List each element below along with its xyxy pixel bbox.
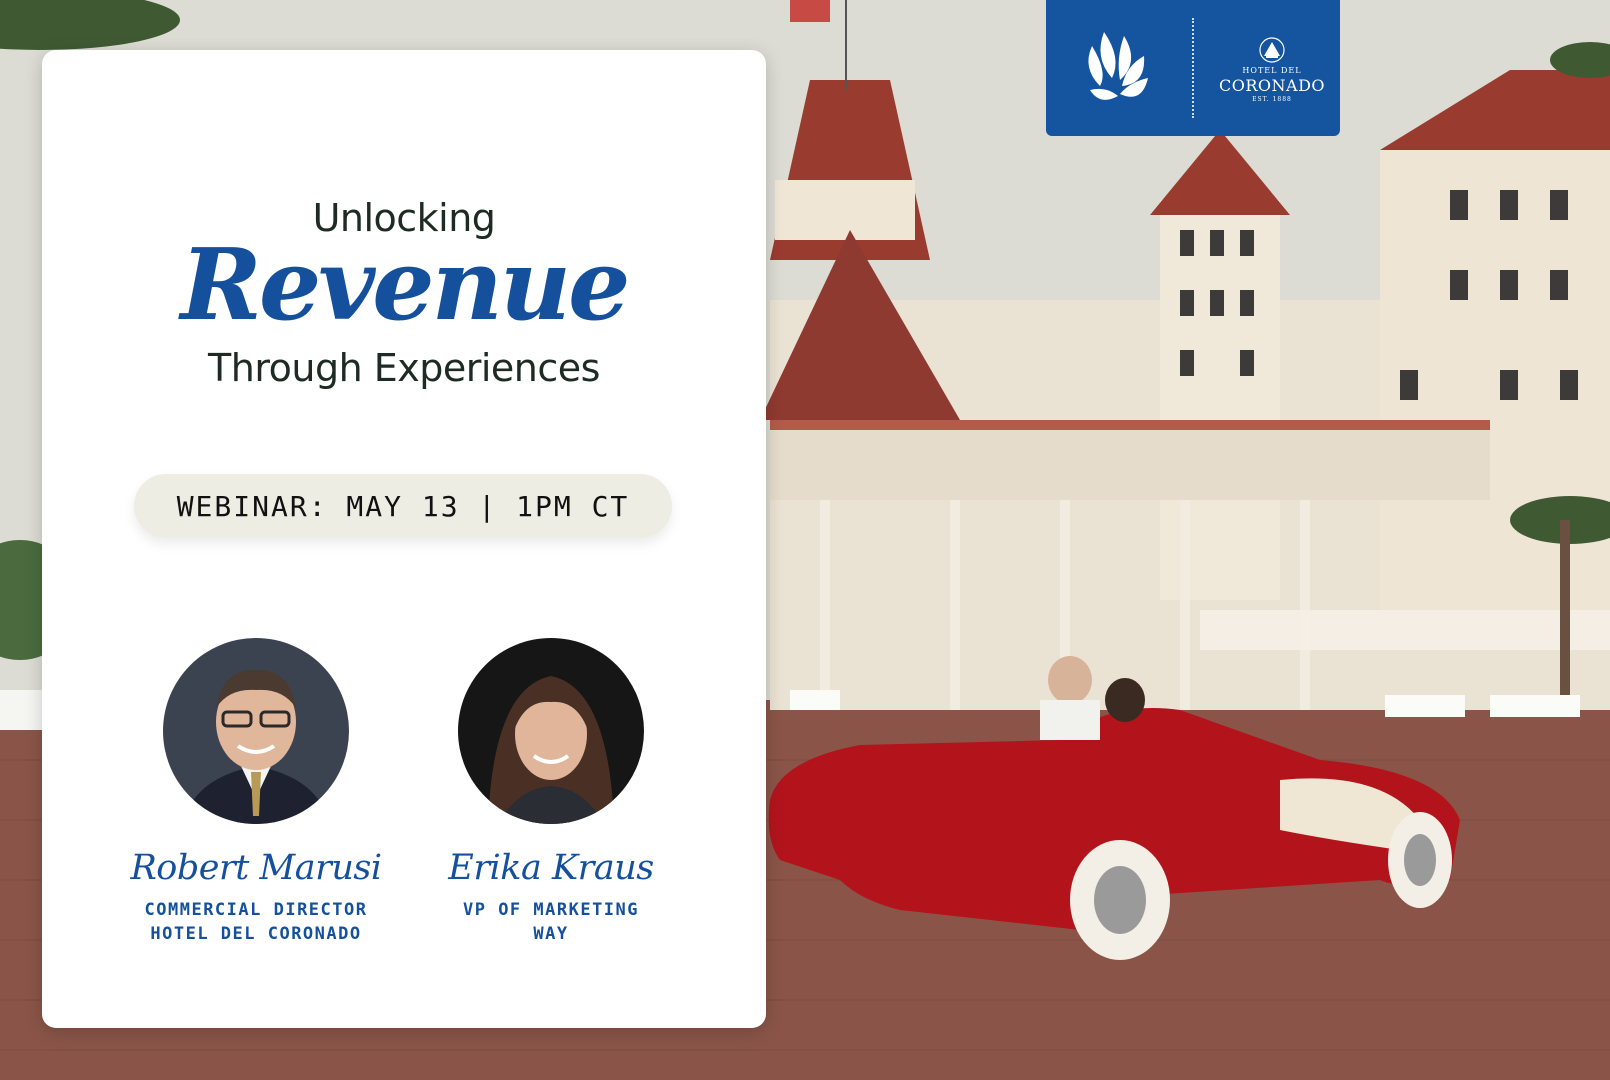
webinar-card: Unlocking Revenue Through Experiences WE… [42, 50, 766, 1028]
partner-logo-est: EST. 1888 [1252, 96, 1292, 103]
speaker-role-line2: WAY [533, 924, 569, 944]
speaker-role-line2: HOTEL DEL CORONADO [150, 924, 362, 944]
partner-logo-top: HOTEL DEL [1242, 66, 1302, 75]
webinar-date-pill: WEBINAR: MAY 13 | 1PM CT [134, 474, 672, 538]
avatar [163, 638, 349, 824]
headline-bottom: Through Experiences [208, 346, 600, 390]
speaker-name: Erika Kraus [448, 848, 654, 888]
logo-badge: HOTEL DEL CORONADO EST. 1888 [1046, 0, 1340, 136]
avatar [458, 638, 644, 824]
speaker-portrait-icon [458, 638, 644, 824]
speaker-role: VP OF MARKETING WAY [401, 898, 701, 946]
headline-main: Revenue [180, 228, 631, 343]
hotel-crest-icon [1259, 37, 1285, 63]
speaker-card-robert: Robert Marusi COMMERCIAL DIRECTOR HOTEL … [106, 638, 406, 946]
speaker-name: Robert Marusi [130, 848, 382, 888]
speaker-role-line1: COMMERCIAL DIRECTOR [144, 900, 368, 920]
speaker-portrait-icon [163, 638, 349, 824]
partner-logo-name: CORONADO [1218, 76, 1326, 95]
speaker-card-erika: Erika Kraus VP OF MARKETING WAY [401, 638, 701, 946]
speaker-role-line1: VP OF MARKETING [462, 900, 640, 920]
speaker-role: COMMERCIAL DIRECTOR HOTEL DEL CORONADO [106, 898, 406, 946]
lotus-petals-icon [1088, 32, 1148, 100]
badge-divider [1192, 18, 1194, 118]
